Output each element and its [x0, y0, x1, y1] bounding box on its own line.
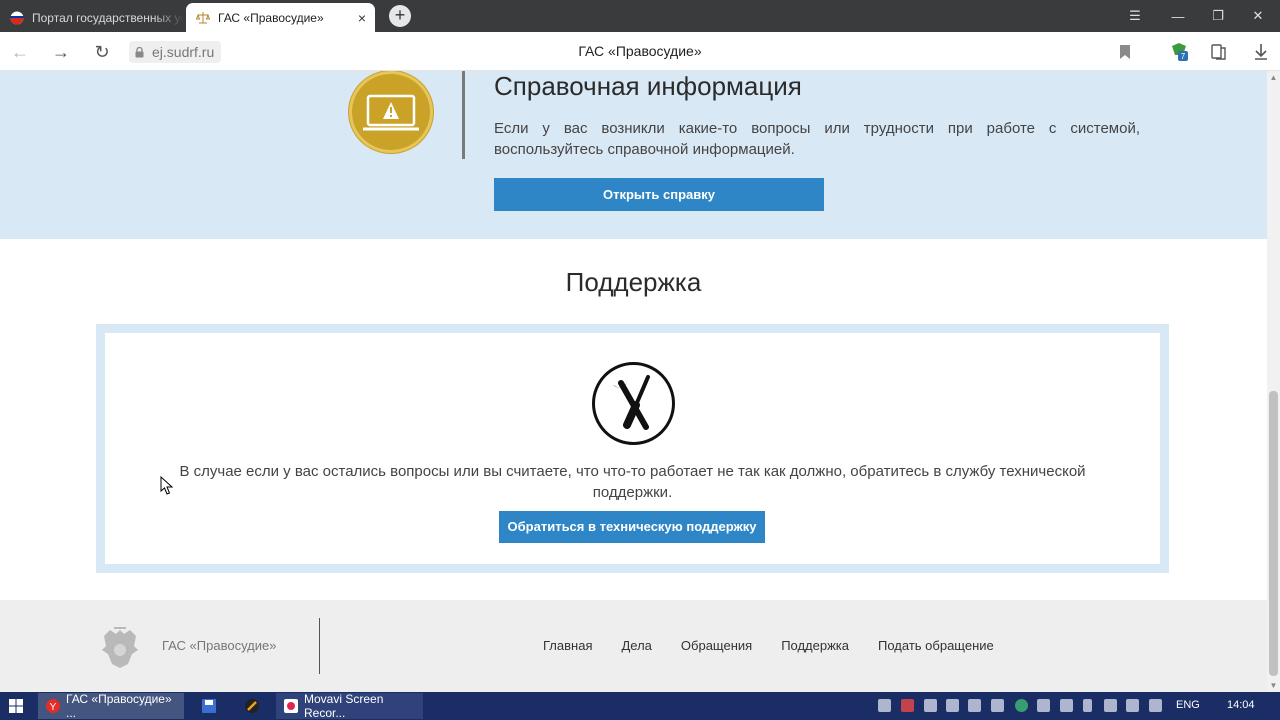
- laptop-warning-icon: [363, 94, 419, 131]
- gosuslugi-favicon-icon: [10, 11, 24, 24]
- tray-icon[interactable]: [1015, 699, 1028, 712]
- new-tab-button[interactable]: +: [389, 5, 411, 27]
- tab-title: ГАС «Правосудие»: [218, 10, 324, 25]
- browser-tab-bar: Портал государственных услуг Российской …: [0, 0, 1280, 32]
- footer-link-appeals[interactable]: Обращения: [681, 638, 752, 653]
- footer-link-cases[interactable]: Дела: [621, 638, 651, 653]
- info-description: Если у вас возникли какие-то вопросы или…: [494, 120, 1140, 158]
- start-windows-icon[interactable]: [9, 699, 23, 713]
- footer-divider: [319, 618, 320, 674]
- info-title: Справочная информация: [494, 71, 802, 101]
- extension-icon[interactable]: 7: [1168, 41, 1190, 63]
- keyboard-tray-icon[interactable]: [968, 699, 981, 712]
- taskbar-app-label: Movavi Screen Recor...: [304, 692, 384, 720]
- pen-app-icon[interactable]: [245, 699, 259, 713]
- support-description: В случае если у вас остались вопросы или…: [179, 463, 1086, 501]
- tray-icon[interactable]: [901, 699, 914, 712]
- contact-support-button[interactable]: Обратиться в техническую поддержку: [499, 511, 765, 543]
- taskbar-app-recorder[interactable]: Movavi Screen Recor...: [276, 692, 423, 720]
- mouse-cursor-icon: [160, 476, 174, 495]
- tray-icon[interactable]: [991, 699, 1004, 712]
- footer-link-support[interactable]: Поддержка: [781, 638, 849, 653]
- tray-icon[interactable]: [1060, 699, 1073, 712]
- screen: Портал государственных услуг Российской …: [0, 0, 1280, 720]
- tab-close-icon[interactable]: ×: [349, 10, 375, 26]
- volume-icon[interactable]: [1149, 699, 1162, 712]
- download-icon[interactable]: [1250, 41, 1272, 63]
- usb-tray-icon[interactable]: [1104, 699, 1117, 712]
- svg-text:Y: Y: [50, 702, 57, 713]
- scroll-down-icon[interactable]: ▼: [1267, 681, 1280, 690]
- scales-favicon-icon: [196, 11, 210, 23]
- taskbar: Y ГАС «Правосудие» ... Movavi Screen Rec…: [0, 692, 1280, 720]
- emblem-icon: [102, 627, 138, 668]
- bookmark-icon[interactable]: [1114, 41, 1136, 63]
- extension-badge: 7: [1181, 52, 1186, 61]
- scrollbar[interactable]: ▲ ▼: [1267, 71, 1280, 692]
- yandex-browser-icon: Y: [46, 699, 60, 713]
- tray-icon[interactable]: [878, 699, 891, 712]
- tab-gosuslugi[interactable]: Портал государственных услуг Российской …: [0, 3, 184, 32]
- open-help-button[interactable]: Открыть справку: [494, 178, 824, 211]
- movavi-recorder-icon: [284, 699, 298, 713]
- page-content: Справочная информация Если у вас возникл…: [0, 71, 1267, 692]
- footer-link-submit-appeal[interactable]: Подать обращение: [878, 638, 994, 653]
- tab-title: Портал государственных услуг Российской …: [32, 10, 184, 25]
- address-bar: ← → ↻ ej.sudrf.ru ГАС «Правосудие» 7: [0, 32, 1280, 71]
- close-window-button[interactable]: ✕: [1238, 0, 1278, 32]
- tray-icon[interactable]: [924, 699, 937, 712]
- scroll-up-icon[interactable]: ▲: [1267, 73, 1280, 82]
- scrollbar-thumb[interactable]: [1269, 391, 1278, 676]
- info-badge: [349, 71, 433, 153]
- language-indicator[interactable]: ENG: [1176, 699, 1200, 711]
- footer-link-home[interactable]: Главная: [543, 638, 592, 653]
- bluetooth-icon[interactable]: [1083, 699, 1092, 712]
- footer-nav: Главная Дела Обращения Поддержка Подать …: [543, 638, 1023, 653]
- menu-icon[interactable]: ☰: [1115, 0, 1155, 32]
- support-heading: Поддержка: [565, 267, 702, 297]
- save-disk-icon[interactable]: [202, 699, 216, 713]
- tools-icon: [592, 362, 675, 445]
- page-title: ГАС «Правосудие»: [578, 43, 702, 59]
- support-card: В случае если у вас остались вопросы или…: [96, 324, 1169, 573]
- collections-icon[interactable]: [1208, 41, 1230, 63]
- footer: ГАС «Правосудие» Главная Дела Обращения …: [0, 600, 1267, 692]
- footer-brand: ГАС «Правосудие»: [162, 638, 277, 653]
- info-divider: [462, 71, 465, 159]
- restore-button[interactable]: ❐: [1198, 0, 1238, 32]
- tab-pravosudie[interactable]: ГАС «Правосудие» ×: [186, 3, 375, 32]
- tray-icon[interactable]: [946, 699, 959, 712]
- minimize-button[interactable]: —: [1158, 0, 1198, 32]
- mail-tray-icon[interactable]: [1037, 699, 1050, 712]
- taskbar-app-browser[interactable]: Y ГАС «Правосудие» ...: [38, 692, 184, 720]
- taskbar-app-label: ГАС «Правосудие» ...: [66, 692, 172, 720]
- info-section: Справочная информация Если у вас возникл…: [0, 71, 1267, 239]
- network-icon[interactable]: [1126, 699, 1139, 712]
- clock[interactable]: 14:04: [1227, 699, 1255, 711]
